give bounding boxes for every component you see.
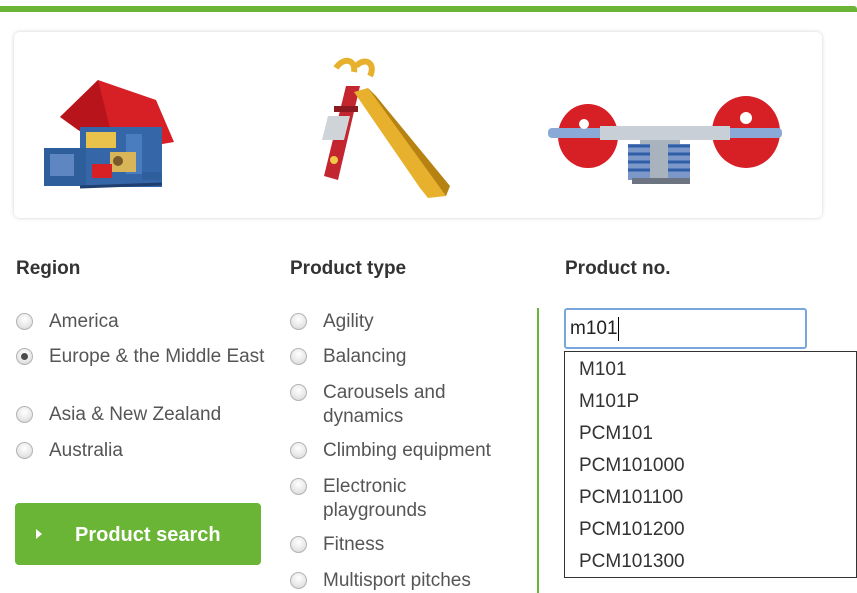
suggestion-item[interactable]: M101: [579, 359, 627, 381]
product-type-title: Product type: [290, 258, 407, 279]
product-search-label: Product search: [75, 524, 221, 546]
region-option-label: Europe & the Middle East: [49, 346, 265, 367]
type-option-agility[interactable]: Agility: [290, 310, 530, 334]
suggestion-item[interactable]: PCM101: [579, 423, 653, 445]
radio-icon[interactable]: [290, 442, 307, 459]
radio-icon[interactable]: [290, 384, 307, 401]
product-number-input[interactable]: [564, 308, 807, 349]
radio-icon[interactable]: [290, 313, 307, 330]
top-accent-bar: [0, 0, 857, 13]
type-option-label: Climbing equipment: [323, 440, 491, 461]
type-option-label: Fitness: [323, 534, 385, 555]
radio-icon[interactable]: [16, 406, 33, 423]
product-search-button[interactable]: Product search: [15, 503, 261, 565]
radio-icon[interactable]: [16, 442, 33, 459]
suggestion-item[interactable]: PCM101000: [579, 455, 685, 477]
region-option-label: America: [49, 311, 119, 332]
radio-checked-icon[interactable]: [16, 348, 33, 365]
type-option-label: Agility: [323, 311, 374, 332]
region-option-australia[interactable]: Australia: [16, 439, 266, 463]
suggestion-item[interactable]: PCM101200: [579, 519, 685, 541]
suggestion-item[interactable]: PCM101100: [579, 487, 683, 509]
radio-icon[interactable]: [16, 313, 33, 330]
suggestion-item[interactable]: PCM101300: [579, 551, 685, 573]
type-option-label: Electronic playgrounds: [323, 476, 427, 521]
type-option-label: Multisport pitches: [323, 570, 471, 591]
type-option-multisport[interactable]: Multisport pitches: [290, 569, 530, 593]
type-option-climbing[interactable]: Climbing equipment: [290, 439, 530, 463]
region-option-america[interactable]: America: [16, 310, 266, 334]
radio-icon[interactable]: [290, 478, 307, 495]
radio-icon[interactable]: [290, 536, 307, 553]
type-option-fitness[interactable]: Fitness: [290, 533, 530, 557]
playhouse-image[interactable]: [38, 72, 188, 197]
radio-icon[interactable]: [290, 348, 307, 365]
type-option-electronic[interactable]: Electronic playgrounds: [290, 475, 480, 523]
text-caret: [618, 317, 619, 341]
suggestion-item[interactable]: M101P: [579, 391, 639, 413]
product-banner: [14, 32, 822, 218]
region-title: Region: [16, 258, 81, 279]
region-option-europe[interactable]: Europe & the Middle East: [16, 345, 266, 369]
play-arrow-icon: [36, 529, 42, 539]
type-option-label: Carousels and dynamics: [323, 382, 446, 427]
type-option-balancing[interactable]: Balancing: [290, 345, 530, 369]
radio-icon[interactable]: [290, 572, 307, 589]
region-option-label: Asia & New Zealand: [49, 404, 222, 425]
type-option-carousels[interactable]: Carousels and dynamics: [290, 381, 490, 429]
slide-image[interactable]: [310, 56, 460, 206]
seesaw-image[interactable]: [548, 84, 788, 194]
product-no-title: Product no.: [565, 258, 671, 279]
region-option-asia[interactable]: Asia & New Zealand: [16, 403, 266, 427]
autocomplete-dropdown[interactable]: M101 M101P PCM101 PCM101000 PCM101100 PC…: [564, 351, 857, 578]
region-option-label: Australia: [49, 440, 123, 461]
column-divider: [537, 308, 539, 593]
type-option-label: Balancing: [323, 346, 407, 367]
